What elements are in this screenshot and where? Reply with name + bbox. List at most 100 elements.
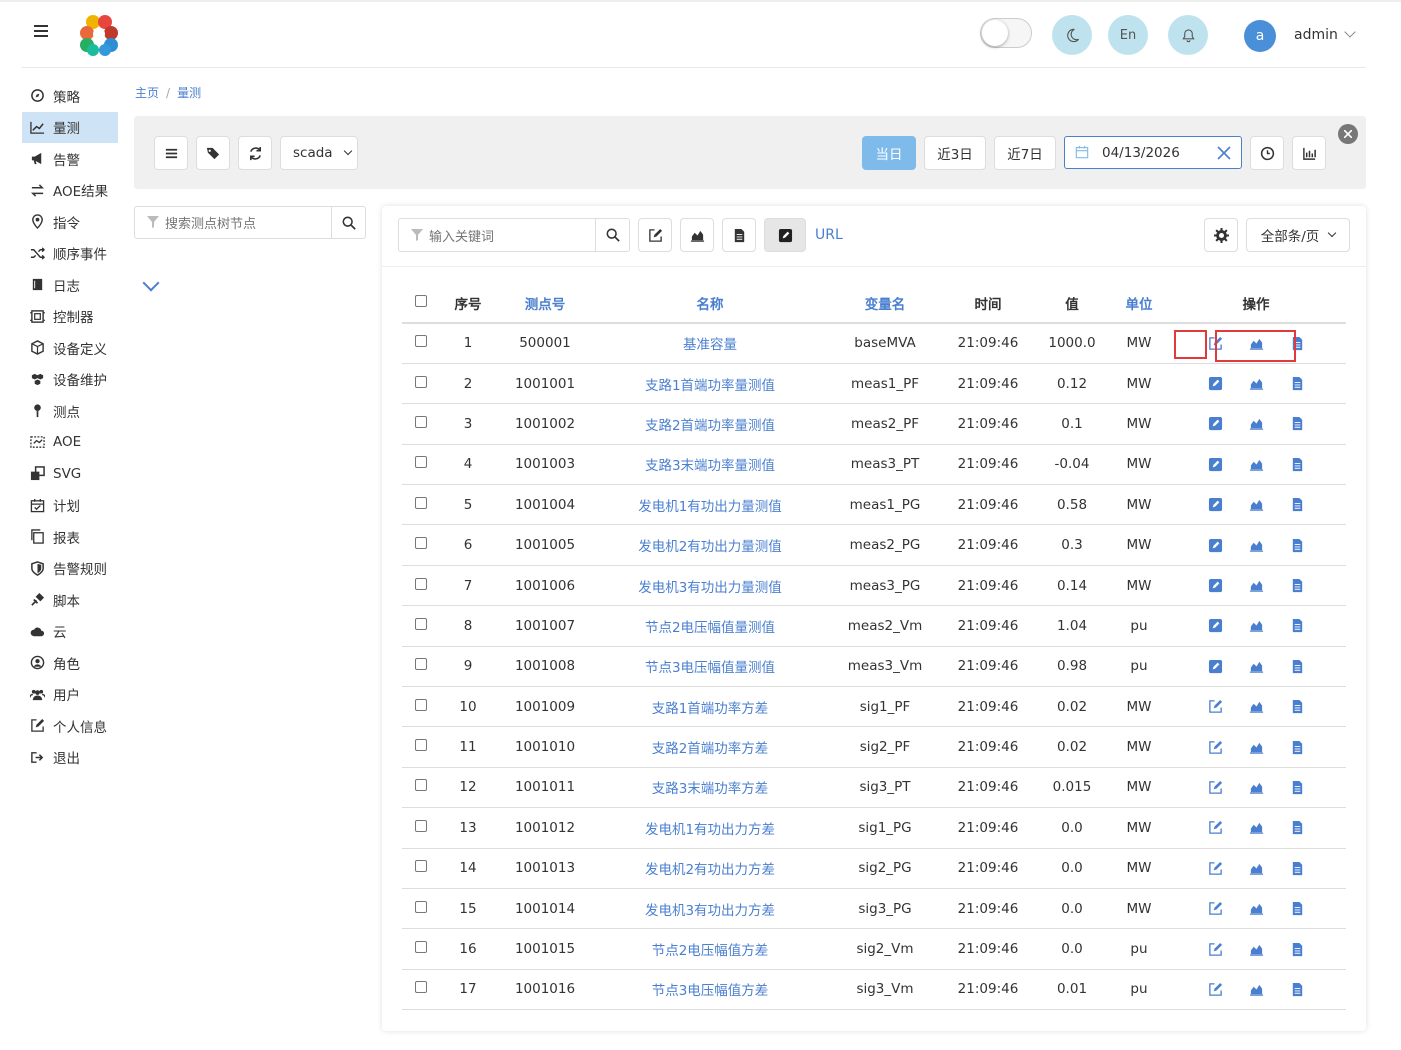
edit-icon[interactable] — [1208, 820, 1223, 835]
refresh-button[interactable] — [238, 136, 272, 170]
batch-chart-button[interactable] — [680, 218, 714, 252]
edit-icon[interactable] — [1208, 740, 1223, 755]
time-button[interactable] — [1250, 136, 1284, 170]
source-select[interactable]: scada — [280, 136, 358, 170]
sidebar-item-20[interactable]: 个人信息 — [22, 710, 118, 742]
area-chart-icon[interactable] — [1249, 820, 1264, 835]
breadcrumb-current[interactable]: 量测 — [177, 86, 201, 100]
tags-button[interactable] — [196, 136, 230, 170]
row-checkbox[interactable] — [415, 335, 427, 348]
cell-name[interactable]: 支路3末端功率方差 — [594, 767, 826, 809]
cell-name[interactable]: 支路2首端功率量测值 — [594, 403, 826, 445]
file-icon[interactable] — [1290, 457, 1305, 472]
select-all-checkbox[interactable] — [415, 294, 427, 307]
file-icon[interactable] — [1290, 861, 1305, 876]
avatar[interactable]: a — [1244, 20, 1276, 52]
area-chart-icon[interactable] — [1249, 457, 1264, 472]
area-chart-icon[interactable] — [1249, 861, 1264, 876]
sidebar-item-2[interactable]: 告警 — [22, 143, 118, 175]
edit-icon[interactable] — [1208, 497, 1223, 512]
sidebar-item-19[interactable]: 用户 — [22, 679, 118, 711]
sidebar-item-10[interactable]: 测点 — [22, 395, 118, 427]
sidebar-item-7[interactable]: 控制器 — [22, 301, 118, 333]
tree-search-input[interactable] — [165, 211, 325, 235]
breadcrumb-home[interactable]: 主页 — [135, 86, 159, 100]
edit-icon[interactable] — [1208, 942, 1223, 957]
sidebar-item-6[interactable]: 日志 — [22, 269, 118, 301]
edit-icon[interactable] — [1208, 416, 1223, 431]
sidebar-item-14[interactable]: 报表 — [22, 521, 118, 553]
row-checkbox[interactable] — [415, 779, 427, 792]
file-icon[interactable] — [1290, 982, 1305, 997]
sidebar-item-9[interactable]: 设备维护 — [22, 364, 118, 396]
close-toolbar-button[interactable] — [1338, 124, 1358, 144]
row-checkbox[interactable] — [415, 941, 427, 954]
tree-expand-icon[interactable] — [142, 274, 160, 292]
sidebar-item-1[interactable]: 量测 — [22, 111, 118, 143]
notifications-button[interactable] — [1168, 15, 1208, 55]
sidebar-item-12[interactable]: SVG — [22, 458, 118, 490]
url-mode-button[interactable] — [764, 218, 806, 252]
sidebar-item-17[interactable]: 云 — [22, 616, 118, 648]
file-icon[interactable] — [1290, 416, 1305, 431]
sidebar-item-13[interactable]: 计划 — [22, 490, 118, 522]
area-chart-icon[interactable] — [1249, 901, 1264, 916]
language-button[interactable]: En — [1108, 15, 1148, 55]
edit-icon[interactable] — [1208, 982, 1223, 997]
last-7-days-button[interactable]: 近7日 — [994, 136, 1056, 170]
row-checkbox[interactable] — [415, 739, 427, 752]
row-checkbox[interactable] — [415, 415, 427, 428]
row-checkbox[interactable] — [415, 698, 427, 711]
row-checkbox[interactable] — [415, 981, 427, 994]
stats-button[interactable] — [1292, 136, 1326, 170]
area-chart-icon[interactable] — [1249, 942, 1264, 957]
sidebar-item-11[interactable]: AOE — [22, 427, 118, 459]
column-header-var[interactable]: 变量名 — [826, 283, 944, 324]
area-chart-icon[interactable] — [1249, 578, 1264, 593]
cell-name[interactable]: 节点2电压幅值方差 — [594, 928, 826, 970]
row-checkbox[interactable] — [415, 577, 427, 590]
cell-name[interactable]: 发电机1有功出力量测值 — [594, 484, 826, 526]
row-checkbox[interactable] — [415, 658, 427, 671]
edit-icon[interactable] — [1208, 538, 1223, 553]
cell-name[interactable]: 节点3电压幅值方差 — [594, 969, 826, 1011]
date-picker[interactable]: 04/13/2026 — [1064, 136, 1242, 169]
cell-name[interactable]: 支路1首端功率方差 — [594, 686, 826, 728]
row-checkbox[interactable] — [415, 819, 427, 832]
sidebar-item-18[interactable]: 角色 — [22, 647, 118, 679]
area-chart-icon[interactable] — [1249, 699, 1264, 714]
sidebar-item-3[interactable]: AOE结果 — [22, 175, 118, 207]
tree-search-button[interactable] — [331, 207, 365, 238]
cell-name[interactable]: 发电机1有功出力方差 — [594, 807, 826, 849]
last-3-days-button[interactable]: 近3日 — [924, 136, 986, 170]
row-checkbox[interactable] — [415, 456, 427, 469]
file-icon[interactable] — [1290, 820, 1305, 835]
row-checkbox[interactable] — [415, 375, 427, 388]
edit-icon[interactable] — [1208, 659, 1223, 674]
cell-name[interactable]: 支路3末端功率量测值 — [594, 444, 826, 486]
file-icon[interactable] — [1290, 901, 1305, 916]
file-icon[interactable] — [1290, 780, 1305, 795]
sidebar-item-0[interactable]: 策略 — [22, 80, 118, 112]
file-icon[interactable] — [1290, 740, 1305, 755]
list-button[interactable] — [154, 136, 188, 170]
cell-name[interactable]: 支路1首端功率量测值 — [594, 363, 826, 405]
sidebar-item-21[interactable]: 退出 — [22, 742, 118, 774]
url-link[interactable]: URL — [815, 227, 843, 243]
row-checkbox[interactable] — [415, 537, 427, 550]
area-chart-icon[interactable] — [1249, 659, 1264, 674]
edit-icon[interactable] — [1208, 618, 1223, 633]
edit-icon[interactable] — [1208, 861, 1223, 876]
row-checkbox[interactable] — [415, 617, 427, 630]
area-chart-icon[interactable] — [1249, 538, 1264, 553]
area-chart-icon[interactable] — [1249, 780, 1264, 795]
cell-name[interactable]: 基准容量 — [594, 323, 826, 364]
file-icon[interactable] — [1290, 699, 1305, 714]
theme-toggle[interactable] — [980, 18, 1032, 48]
edit-icon[interactable] — [1208, 578, 1223, 593]
keyword-search-input[interactable] — [429, 224, 589, 248]
sidebar-item-15[interactable]: 告警规则 — [22, 553, 118, 585]
sidebar-item-4[interactable]: 指令 — [22, 206, 118, 238]
edit-icon[interactable] — [1208, 901, 1223, 916]
area-chart-icon[interactable] — [1249, 416, 1264, 431]
